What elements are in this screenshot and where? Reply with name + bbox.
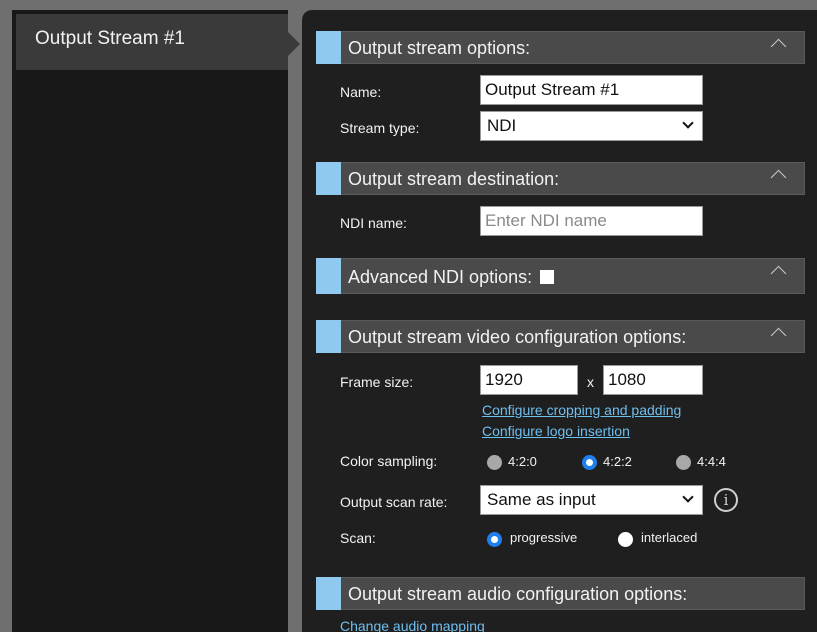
scan-rate-select[interactable]: Same as input (480, 485, 703, 515)
stream-tab-label: Output Stream #1 (35, 28, 185, 49)
stream-type-value: NDI (487, 116, 517, 135)
section-title: Output stream audio configuration option… (348, 584, 688, 604)
change-audio-mapping-link[interactable]: Change audio mapping (340, 618, 485, 632)
stream-settings-panel: Output stream options: Name: Output Stre… (302, 10, 817, 632)
section-title: Advanced NDI options: (348, 267, 555, 288)
scan-rate-label: Output scan rate: (340, 494, 448, 510)
configure-cropping-link[interactable]: Configure cropping and padding (482, 402, 681, 418)
frame-size-separator: x (587, 374, 594, 390)
section-title: Output stream video configuration option… (348, 327, 687, 347)
section-accent (316, 320, 341, 353)
section-accent (316, 577, 341, 610)
scan-interlaced-label: interlaced (641, 530, 698, 545)
section-output-options-header[interactable]: Output stream options: (316, 31, 805, 64)
configure-logo-link[interactable]: Configure logo insertion (482, 423, 630, 439)
scan-progressive-label: progressive (510, 530, 578, 545)
color-sampling-422-radio[interactable] (582, 455, 597, 470)
scan-interlaced-radio[interactable] (618, 532, 633, 547)
section-accent (316, 258, 341, 294)
color-sampling-420-radio[interactable] (487, 455, 502, 470)
ndi-name-label: NDI name: (340, 215, 407, 231)
stream-type-label: Stream type: (340, 120, 420, 136)
tab-pointer (288, 32, 300, 56)
section-accent (316, 162, 341, 195)
color-sampling-444-label: 4:4:4 (697, 454, 726, 469)
scan-rate-value: Same as input (487, 490, 596, 509)
frame-height-input[interactable]: 1080 (603, 365, 703, 395)
chevron-down-icon (682, 491, 694, 503)
stream-list-panel: Output Stream #1 (12, 10, 300, 632)
scan-label: Scan: (340, 530, 376, 546)
info-icon[interactable]: i (714, 488, 738, 512)
advanced-ndi-checkbox[interactable] (540, 270, 555, 284)
name-label: Name: (340, 84, 382, 100)
chevron-up-icon[interactable] (770, 169, 787, 186)
section-accent (316, 31, 341, 64)
stream-tab-output-1[interactable]: Output Stream #1 (16, 14, 288, 70)
section-title: Output stream destination: (348, 169, 560, 189)
section-audio-config-header[interactable]: Output stream audio configuration option… (316, 577, 805, 610)
scan-progressive-radio[interactable] (487, 532, 502, 547)
advanced-ndi-title: Advanced NDI options: (348, 267, 533, 287)
chevron-up-icon[interactable] (770, 327, 787, 344)
stream-type-select[interactable]: NDI (480, 111, 703, 141)
chevron-down-icon (682, 117, 694, 129)
frame-size-label: Frame size: (340, 374, 414, 390)
section-destination-header[interactable]: Output stream destination: (316, 162, 805, 195)
ndi-name-input[interactable]: Enter NDI name (480, 206, 703, 236)
chevron-up-icon[interactable] (770, 38, 787, 55)
color-sampling-label: Color sampling: (340, 453, 438, 469)
name-input[interactable]: Output Stream #1 (480, 75, 703, 105)
color-sampling-444-radio[interactable] (676, 455, 691, 470)
section-video-config-header[interactable]: Output stream video configuration option… (316, 320, 805, 353)
color-sampling-420-label: 4:2:0 (508, 454, 537, 469)
section-title: Output stream options: (348, 38, 531, 58)
color-sampling-422-label: 4:2:2 (603, 454, 632, 469)
frame-width-input[interactable]: 1920 (480, 365, 578, 395)
chevron-up-icon[interactable] (770, 265, 787, 282)
section-advanced-ndi-header[interactable]: Advanced NDI options: (316, 258, 805, 294)
